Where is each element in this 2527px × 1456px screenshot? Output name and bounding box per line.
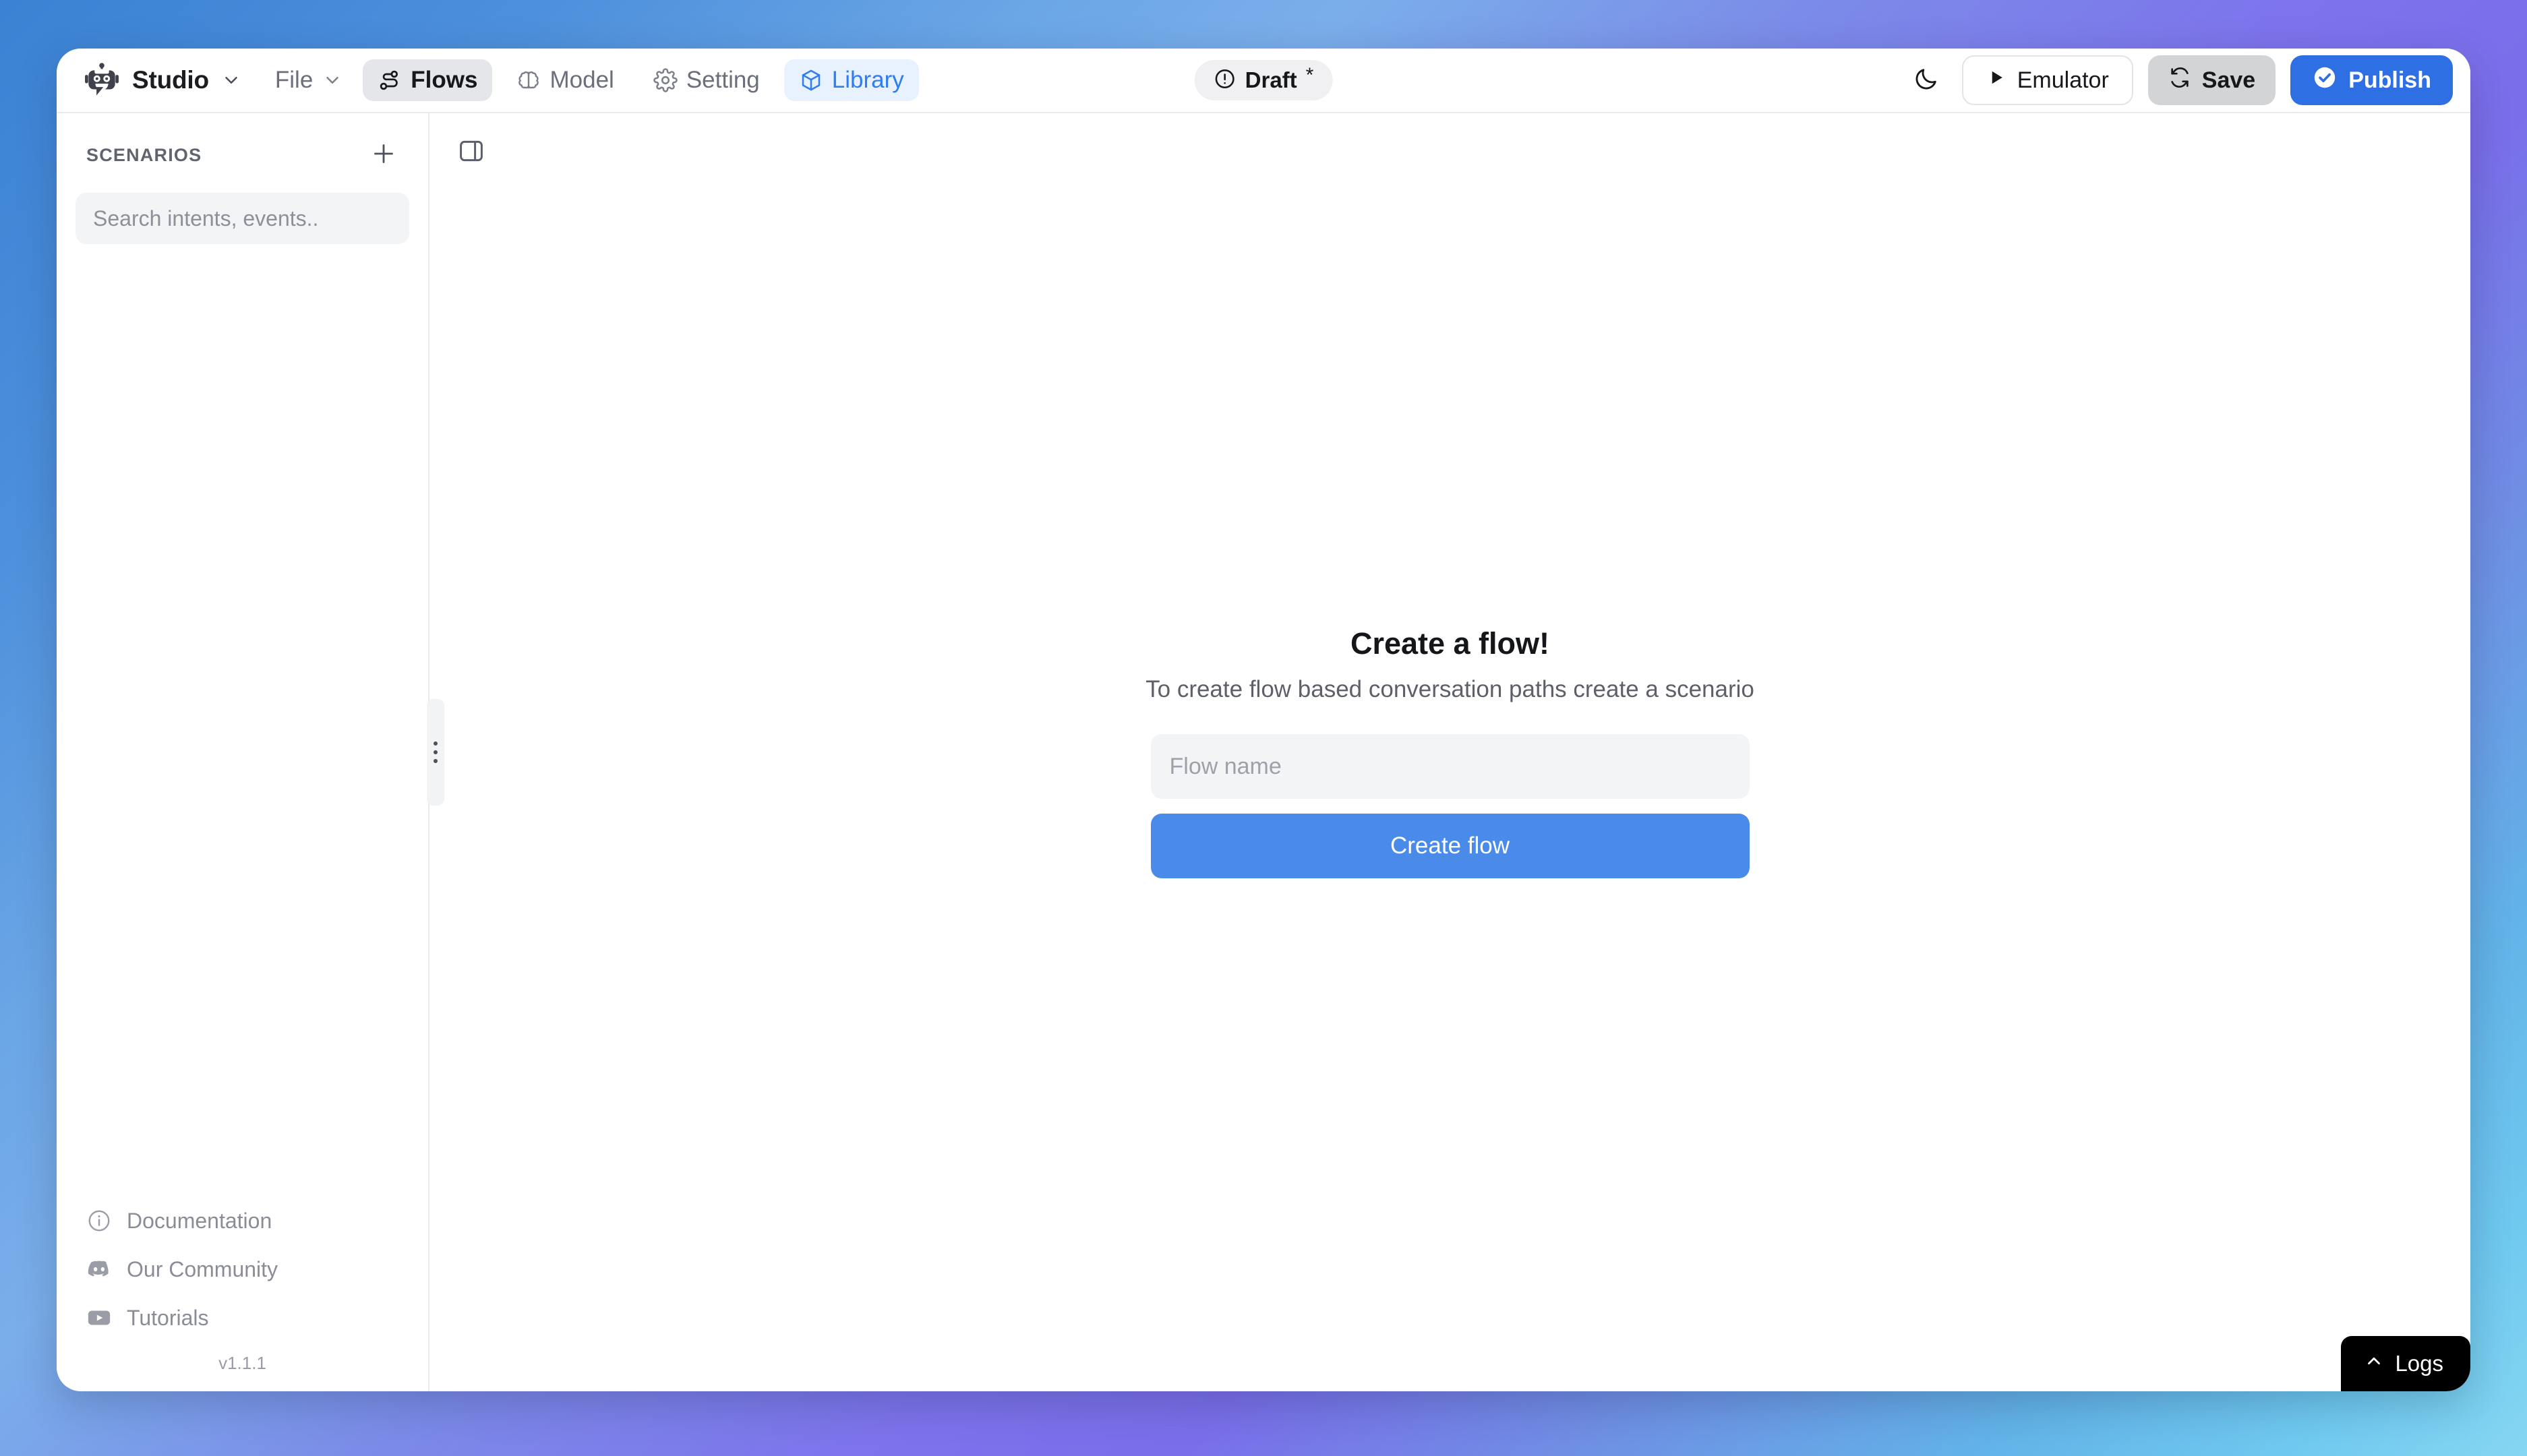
add-scenario-button[interactable] [366,138,401,173]
search-input[interactable] [93,206,392,231]
chevron-down-icon [221,70,241,90]
flow-name-field[interactable] [1150,734,1750,799]
create-flow-label: Create flow [1390,832,1510,859]
check-circle-icon [2312,65,2338,96]
scenarios-list-empty [74,244,411,1196]
emulator-button[interactable]: Emulator [1961,55,2133,105]
sidebar-item-label: Tutorials [127,1305,209,1330]
refresh-icon [2168,66,2191,95]
publish-label: Publish [2348,67,2431,93]
panel-toggle-button[interactable] [451,132,492,173]
chevron-down-icon [322,70,343,90]
youtube-icon [86,1305,112,1331]
discord-icon [86,1256,112,1282]
save-button[interactable]: Save [2147,55,2276,105]
status-badge[interactable]: Draft * [1194,60,1333,100]
menu-item-label: Flows [411,67,478,93]
empty-state-title: Create a flow! [1350,626,1550,661]
menu-item-file[interactable]: File [260,59,353,101]
menu-item-setting[interactable]: Setting [638,59,775,101]
canvas-toolbar [429,113,2470,173]
sidebar-item-label: Our Community [127,1256,278,1281]
menu-item-model[interactable]: Model [502,59,628,101]
logs-button[interactable]: Logs [2341,1336,2470,1391]
flow-canvas[interactable]: Create a flow! To create flow based conv… [429,113,2470,1391]
sidebar-footer-links: Documentation Our Community Tutorials [74,1196,411,1342]
logs-label: Logs [2395,1351,2443,1376]
status-label: Draft [1245,67,1297,92]
menu-item-library[interactable]: Library [783,59,919,101]
menu-item-label: Setting [686,67,760,93]
version-label: v1.1.1 [218,1353,266,1373]
empty-state: Create a flow! To create flow based conv… [429,626,2470,878]
flow-name-input[interactable] [1169,753,1731,780]
publish-button[interactable]: Publish [2290,55,2453,105]
create-flow-button[interactable]: Create flow [1150,814,1750,878]
menu-item-label: File [274,67,314,93]
sidebar-header: SCENARIOS [74,113,411,173]
brain-icon [516,68,541,92]
sidebar-resize-handle[interactable] [427,699,444,806]
panel-toggle-icon [457,137,485,169]
sidebar-item-our-community[interactable]: Our Community [86,1245,411,1294]
grip-dots-icon [434,741,438,763]
scenarios-sidebar: SCENARIOS Search intents, events.. Docum… [57,113,444,1391]
cube-icon [799,68,823,92]
brand-menu[interactable]: Studio [76,55,251,105]
emulator-label: Emulator [2017,67,2109,93]
play-icon [1986,67,2006,94]
sidebar-section-title: SCENARIOS [86,144,202,165]
menu-item-label: Library [831,67,904,93]
plus-icon [370,140,397,171]
alert-circle-icon [1214,67,1237,94]
menu-item-label: Model [549,67,614,93]
brand-label: Studio [132,66,209,94]
robot-icon [84,62,120,98]
search-scenarios-box[interactable] [76,193,409,244]
flow-route-icon [378,68,402,92]
info-circle-icon [86,1208,112,1234]
chevron-up-icon [2364,1351,2384,1376]
toolbar-left-group: Studio File Flows Model Setting Library [76,55,919,105]
theme-toggle-button[interactable] [1905,59,1947,101]
modified-marker: * [1305,64,1314,86]
sidebar-item-label: Documentation [127,1208,272,1233]
top-toolbar: Studio File Flows Model Setting Library … [57,49,2470,113]
moon-icon [1913,65,1940,96]
save-label: Save [2201,67,2256,93]
sidebar-item-tutorials[interactable]: Tutorials [86,1294,411,1342]
toolbar-right-group: Emulator Save Publish [1905,55,2453,105]
menu-item-flows[interactable]: Flows [363,59,493,101]
app-window: Studio File Flows Model Setting Library … [57,49,2470,1391]
main-body: SCENARIOS Search intents, events.. Docum… [57,113,2470,1391]
empty-state-subtitle: To create flow based conversation paths … [1146,676,1754,702]
sidebar-item-documentation[interactable]: Documentation [86,1196,411,1245]
gear-icon [653,68,678,92]
